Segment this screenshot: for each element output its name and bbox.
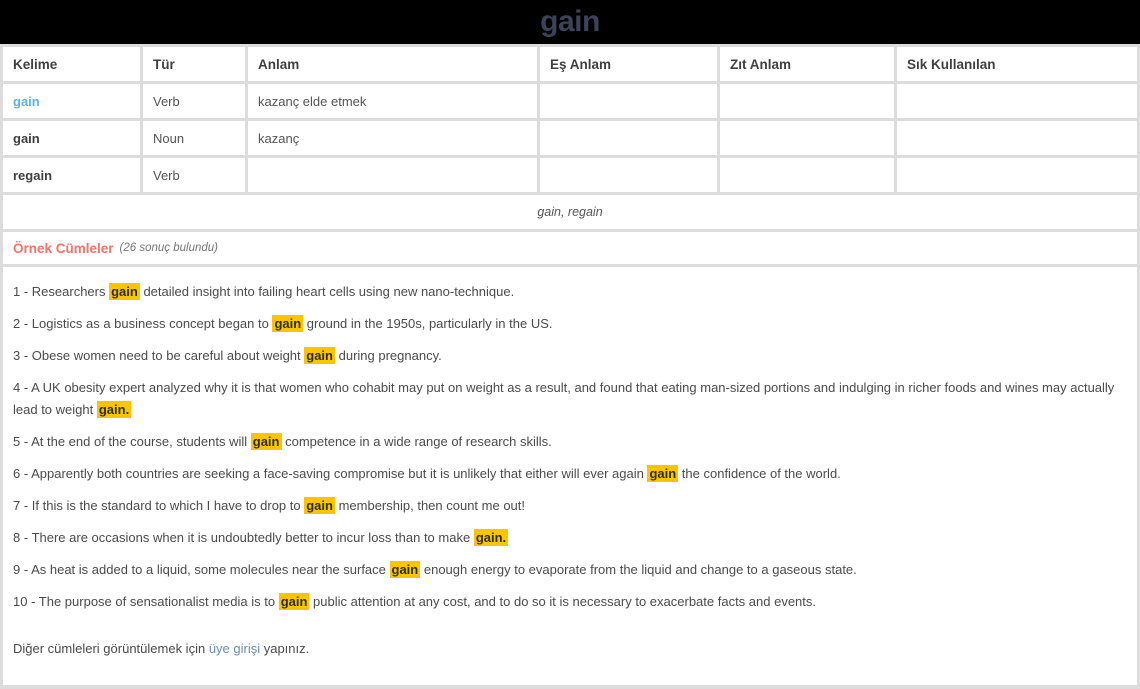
related-words-row: gain, regain	[0, 192, 1140, 229]
sentence-before: A UK obesity expert analyzed why it is t…	[13, 380, 1115, 417]
cell-es-anlam	[540, 121, 717, 155]
cell-kelime: gain	[3, 84, 140, 118]
sentence-after: membership, then count me out!	[334, 498, 526, 513]
list-item: 6 - Apparently both countries are seekin…	[13, 463, 1127, 485]
cell-anlam: kazanç	[248, 121, 537, 155]
sentence-index: 6 -	[13, 466, 32, 481]
login-prompt-after: yapınız.	[260, 641, 310, 656]
sentence-index: 7 -	[13, 498, 32, 513]
sentence-after: ground in the 1950s, particularly in the…	[303, 316, 553, 331]
related-words-cell: gain, regain	[3, 195, 1137, 229]
sentence-index: 4 -	[13, 380, 32, 395]
highlight-term: gain	[272, 315, 304, 332]
cell-es-anlam	[540, 158, 717, 192]
word-gain-noun: gain	[13, 130, 40, 146]
list-item: 4 - A UK obesity expert analyzed why it …	[13, 377, 1127, 421]
sentence-before: Researchers	[31, 284, 110, 299]
member-login-link[interactable]: üye girişi	[209, 641, 260, 656]
sentence-index: 8 -	[13, 530, 32, 545]
sentence-before: At the end of the course, students will	[31, 434, 251, 449]
cell-sik-kullanilan	[897, 121, 1137, 155]
sentence-before: Logistics as a business concept began to	[31, 316, 273, 331]
sentence-after: public attention at any cost, and to do …	[309, 594, 817, 609]
sentence-after: competence in a wide range of research s…	[281, 434, 552, 449]
highlight-term: gain	[304, 497, 335, 514]
highlight-term: gain	[250, 433, 282, 450]
cell-kelime: gain	[3, 121, 140, 155]
cell-zit-anlam	[720, 121, 894, 155]
sentence-before: There are occasions when it is undoubted…	[31, 530, 474, 545]
sentence-index: 3 -	[13, 348, 32, 363]
cell-tur: Noun	[143, 121, 245, 155]
sentence-index: 5 -	[13, 434, 32, 449]
related-words-text: gain, regain	[537, 205, 603, 219]
examples-header-cell: Örnek Cümleler (26 sonuç bulundu)	[3, 232, 1137, 264]
column-header-kelime: Kelime	[3, 47, 140, 81]
cell-tur: Verb	[143, 158, 245, 192]
highlight-term: gain	[304, 347, 335, 364]
sentence-after: the confidence of the world.	[678, 466, 841, 481]
page-title: gain	[540, 5, 600, 38]
list-item: 5 - At the end of the course, students w…	[13, 431, 1127, 453]
sentence-index: 9 -	[13, 562, 32, 577]
list-item: 3 - Obese women need to be careful about…	[13, 345, 1127, 367]
sentence-before: If this is the standard to which I have …	[31, 498, 305, 513]
sentence-before: Apparently both countries are seeking a …	[31, 466, 648, 481]
list-item: 2 - Logistics as a business concept bega…	[13, 313, 1127, 335]
sentence-after: detailed insight into failing heart cell…	[139, 284, 515, 299]
examples-header-row: Örnek Cümleler (26 sonuç bulundu)	[0, 229, 1140, 264]
table-row: gain Noun kazanç	[0, 118, 1140, 155]
list-item: 9 - As heat is added to a liquid, some m…	[13, 559, 1127, 581]
column-header-zit-anlam: Zıt Anlam	[720, 47, 894, 81]
highlight-term: gain	[278, 593, 310, 610]
highlight-term: gain.	[96, 401, 132, 418]
sentence-before: The purpose of sensationalist media is t…	[38, 594, 279, 609]
cell-es-anlam	[540, 84, 717, 118]
list-item: 7 - If this is the standard to which I h…	[13, 495, 1127, 517]
example-sentences-panel: 1 - Researchers gain detailed insight in…	[0, 264, 1140, 689]
column-header-anlam: Anlam	[248, 47, 537, 81]
site-header: gain	[0, 0, 1140, 44]
sentence-before: As heat is added to a liquid, some molec…	[31, 562, 390, 577]
highlight-term: gain.	[473, 529, 509, 546]
table-row: gain Verb kazanç elde etmek	[0, 81, 1140, 118]
cell-sik-kullanilan	[897, 84, 1137, 118]
sentence-index: 10 -	[13, 594, 39, 609]
column-header-sik-kullanilan: Sık Kullanılan	[897, 47, 1137, 81]
sentence-after: during pregnancy.	[335, 348, 442, 363]
sentence-after: enough energy to evaporate from the liqu…	[420, 562, 857, 577]
highlight-term: gain	[389, 561, 421, 578]
login-prompt-before: Diğer cümleleri görüntülemek için	[13, 641, 209, 656]
sentence-before: Obese women need to be careful about wei…	[31, 348, 305, 363]
example-sentences-list: 1 - Researchers gain detailed insight in…	[3, 267, 1137, 685]
examples-result-count: (26 sonuç bulundu)	[119, 242, 219, 254]
column-header-tur: Tür	[143, 47, 245, 81]
cell-anlam	[248, 158, 537, 192]
login-prompt: Diğer cümleleri görüntülemek için üye gi…	[13, 641, 1127, 656]
word-regain-verb: regain	[13, 167, 53, 183]
sentence-index: 2 -	[13, 316, 32, 331]
cell-zit-anlam	[720, 158, 894, 192]
table-row: regain Verb	[0, 155, 1140, 192]
table-header-row: Kelime Tür Anlam Eş Anlam Zıt Anlam Sık …	[0, 44, 1140, 81]
highlight-term: gain	[109, 283, 140, 300]
list-item: 1 - Researchers gain detailed insight in…	[13, 281, 1127, 303]
list-item: 8 - There are occasions when it is undou…	[13, 527, 1127, 549]
highlight-term: gain	[647, 465, 679, 482]
column-header-es-anlam: Eş Anlam	[540, 47, 717, 81]
cell-tur: Verb	[143, 84, 245, 118]
cell-zit-anlam	[720, 84, 894, 118]
cell-sik-kullanilan	[897, 158, 1137, 192]
examples-title: Örnek Cümleler	[13, 240, 114, 256]
word-table: Kelime Tür Anlam Eş Anlam Zıt Anlam Sık …	[0, 44, 1140, 229]
cell-kelime: regain	[3, 158, 140, 192]
sentence-index: 1 -	[13, 284, 32, 299]
word-link-gain-verb[interactable]: gain	[13, 94, 40, 109]
list-item: 10 - The purpose of sensationalist media…	[13, 591, 1127, 613]
cell-anlam: kazanç elde etmek	[248, 84, 537, 118]
